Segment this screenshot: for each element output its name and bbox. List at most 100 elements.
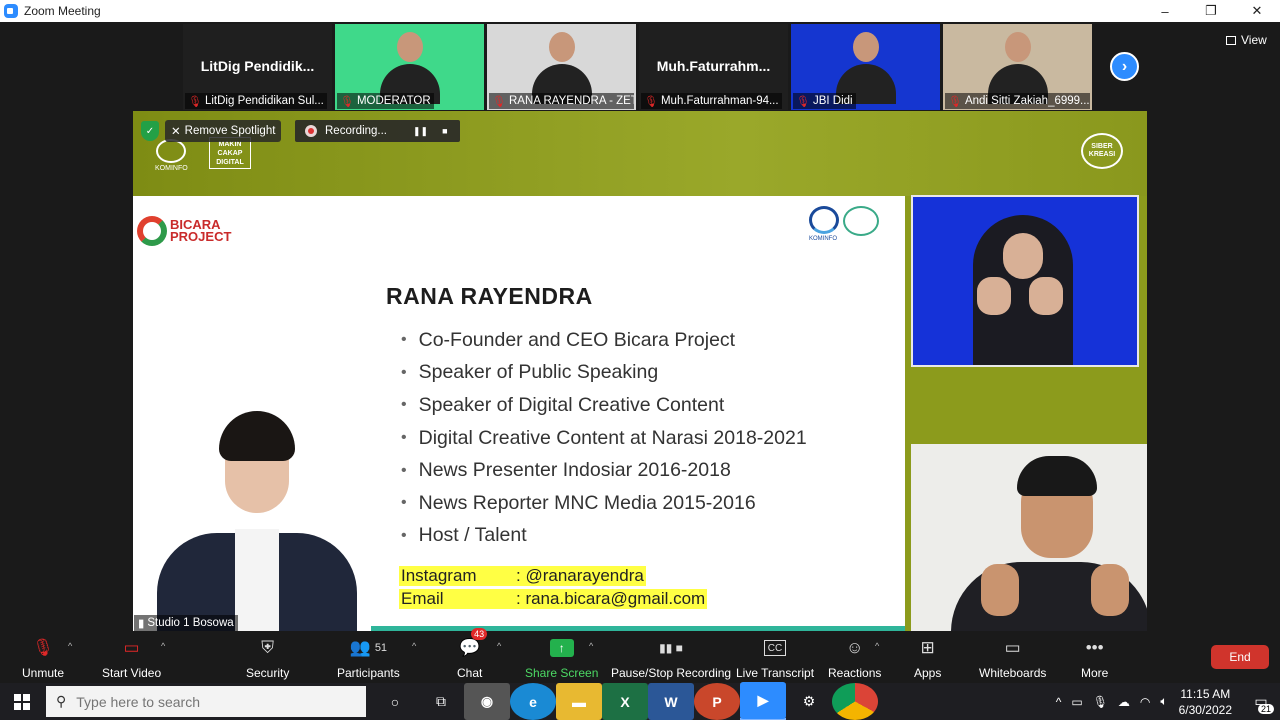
muted-mic-icon: 🎙︎	[492, 95, 506, 108]
contact-row: Instagram: @ranarayendra	[399, 564, 707, 587]
speaker-icon[interactable]: 🔈︎	[1160, 694, 1167, 709]
kominfo-globe-icon	[156, 139, 187, 163]
participant-name-display: Muh.Faturrahm...	[656, 58, 771, 74]
security-button[interactable]: ⛨ Security	[246, 636, 289, 680]
view-label: View	[1241, 33, 1267, 47]
meeting-area: LitDig Pendidik... 🎙︎ LitDig Pendidikan Su…	[0, 22, 1280, 632]
encryption-shield-icon[interactable]: ✓	[141, 121, 159, 141]
participants-caret-icon[interactable]: ^	[412, 641, 416, 651]
live-transcript-button[interactable]: CC Live Transcript	[736, 636, 814, 680]
view-button[interactable]: View	[1226, 33, 1267, 47]
participant-tile[interactable]: 🎙︎RANA RAYENDRA - ZETT...	[487, 24, 636, 110]
whiteboards-button[interactable]: ▭ Whiteboards	[979, 636, 1046, 680]
end-meeting-button[interactable]: End	[1211, 645, 1269, 669]
shield-icon: ⛨	[261, 638, 275, 657]
search-input[interactable]	[76, 693, 347, 710]
apps-button[interactable]: ⊞ Apps	[914, 636, 941, 680]
contact-value: : @ranarayendra	[514, 565, 646, 586]
pin-icon: ✕	[171, 126, 181, 138]
system-tray: ^ ▭ 🎙︎ ☁ ◠ 🔈︎ 11:15 AM 6/30/2022 ▭ 21	[1051, 683, 1280, 720]
restore-button[interactable]: ❐	[1188, 0, 1234, 22]
battery-icon[interactable]: ▭	[1071, 695, 1082, 709]
camera-app-icon[interactable]: ◉	[464, 683, 510, 720]
notification-center-icon[interactable]: ▭ 21	[1242, 683, 1280, 720]
slide-footer-bar	[371, 626, 905, 631]
contact-block: Instagram: @ranarayendra Email: rana.bica…	[399, 564, 708, 610]
pause-stop-recording-button[interactable]: ▮▮ ■ Pause/Stop Recording	[611, 636, 731, 680]
wifi-icon[interactable]: ◠	[1140, 695, 1150, 709]
grid-view-icon	[1226, 35, 1236, 45]
more-dots-icon: •••	[1085, 638, 1104, 657]
next-page-arrow-icon[interactable]: ›	[1110, 52, 1139, 81]
video-options-caret-icon[interactable]: ^	[161, 641, 165, 651]
chrome-icon[interactable]	[832, 683, 878, 720]
share-screen-button[interactable]: ↑ Share Screen	[525, 636, 598, 680]
file-explorer-icon[interactable]: ▬	[556, 683, 602, 720]
participant-tile[interactable]: LitDig Pendidik... 🎙︎ LitDig Pendidikan Su…	[183, 24, 332, 110]
participant-tile[interactable]: 🎙︎ MODERATOR	[335, 24, 484, 110]
settings-icon[interactable]: ⚙	[786, 683, 832, 720]
taskbar-search[interactable]: ⚲	[46, 686, 366, 717]
excel-icon[interactable]: X	[602, 683, 648, 720]
pause-recording-icon[interactable]: ❚❚	[413, 126, 428, 137]
cc-icon: CC	[763, 640, 787, 656]
audio-options-caret-icon[interactable]: ^	[68, 641, 72, 651]
participant-label: 🎙︎ LitDig Pendidikan Sul...	[185, 93, 327, 109]
muted-mic-icon: 🎙︎	[796, 95, 810, 108]
chat-icon: 💬 43	[459, 628, 488, 660]
bicara-logo-text: BICARA PROJECT	[170, 217, 232, 244]
chat-caret-icon[interactable]: ^	[497, 641, 501, 651]
participant-label: 🎙︎ Muh.Faturrahman-94...	[641, 93, 782, 109]
whiteboard-icon: ▭	[1004, 638, 1021, 657]
participant-tile[interactable]: Muh.Faturrahm... 🎙︎ Muh.Faturrahman-94...	[639, 24, 788, 110]
minimize-button[interactable]: –	[1142, 0, 1188, 22]
chat-button[interactable]: 💬 43 Chat	[457, 628, 488, 680]
reactions-button[interactable]: ☺ Reactions	[828, 636, 881, 680]
speaker-video	[911, 444, 1147, 631]
word-icon[interactable]: W	[648, 683, 694, 720]
microphone-icon[interactable]: 🎙︎	[1093, 695, 1108, 709]
speaker-name: RANA RAYENDRA	[386, 283, 593, 309]
tray-overflow-icon[interactable]: ^	[1056, 695, 1062, 709]
unmute-button[interactable]: 🎙︎ Unmute	[22, 636, 64, 680]
participant-label: 🎙︎RANA RAYENDRA - ZETT...	[489, 93, 634, 109]
windows-start-icon[interactable]	[14, 694, 30, 710]
start-video-button[interactable]: ▭ Start Video	[102, 636, 161, 680]
participant-label-text: Andi Sitti Zakiah_6999...	[964, 95, 1090, 107]
bio-item: Speaker of Public Speaking	[401, 357, 807, 390]
stop-recording-icon[interactable]: ■	[442, 126, 447, 137]
contact-key: Instagram	[399, 565, 514, 586]
powerpoint-icon[interactable]: P	[694, 683, 740, 720]
system-clock[interactable]: 11:15 AM 6/30/2022	[1179, 686, 1232, 718]
participant-label: 🎙︎ JBI Didi	[793, 93, 856, 109]
participants-button[interactable]: 👥 51 Participants	[337, 636, 400, 680]
reactions-caret-icon[interactable]: ^	[875, 641, 879, 651]
participants-icon: 👥 51	[349, 638, 388, 657]
clock-time: 11:15 AM	[1180, 686, 1231, 701]
contact-value: : rana.bicara@gmail.com	[514, 588, 708, 609]
zoom-taskbar-icon[interactable]: ▶	[740, 682, 786, 720]
windows-taskbar: ⚲ ○ ⧉ ◉ e ▬ X W P ▶ ⚙ ^ ▭ 🎙︎ ☁ ◠ 🔈︎ 11:1…	[0, 682, 1280, 720]
task-view-icon[interactable]: ⧉	[418, 683, 464, 720]
presentation-slide: BICARA PROJECT KOMINFO RANA RAYENDRA Co-…	[133, 196, 905, 631]
participant-tile[interactable]: 🎙︎ JBI Didi	[791, 24, 940, 110]
bio-item: News Presenter Indosiar 2016-2018	[401, 454, 807, 487]
edge-icon[interactable]: e	[510, 683, 556, 720]
more-button[interactable]: ••• More	[1081, 636, 1108, 680]
apps-icon: ⊞	[920, 638, 935, 657]
onedrive-icon[interactable]: ☁	[1118, 695, 1130, 709]
slide-kominfo-logo: KOMINFO	[809, 206, 879, 242]
pause-stop-icon: ▮▮ ■	[659, 641, 683, 655]
participant-tile[interactable]: 🎙︎ Andi Sitti Zakiah_6999...	[943, 24, 1092, 110]
share-screen-icon: ↑	[549, 636, 574, 660]
participant-name-display: LitDig Pendidik...	[200, 58, 315, 74]
bio-item: News Reporter MNC Media 2015-2016	[401, 487, 807, 520]
kominfo-logo: KOMINFO	[155, 139, 188, 172]
cortana-icon[interactable]: ○	[372, 683, 418, 720]
remove-spotlight-button[interactable]: ✕ Remove Spotlight	[165, 120, 282, 142]
recording-dot-icon	[305, 125, 317, 137]
muted-mic-icon: 🎙︎	[340, 95, 354, 108]
share-caret-icon[interactable]: ^	[589, 641, 593, 651]
close-button[interactable]: ✕	[1234, 0, 1280, 22]
participant-label-text: MODERATOR	[356, 95, 431, 107]
